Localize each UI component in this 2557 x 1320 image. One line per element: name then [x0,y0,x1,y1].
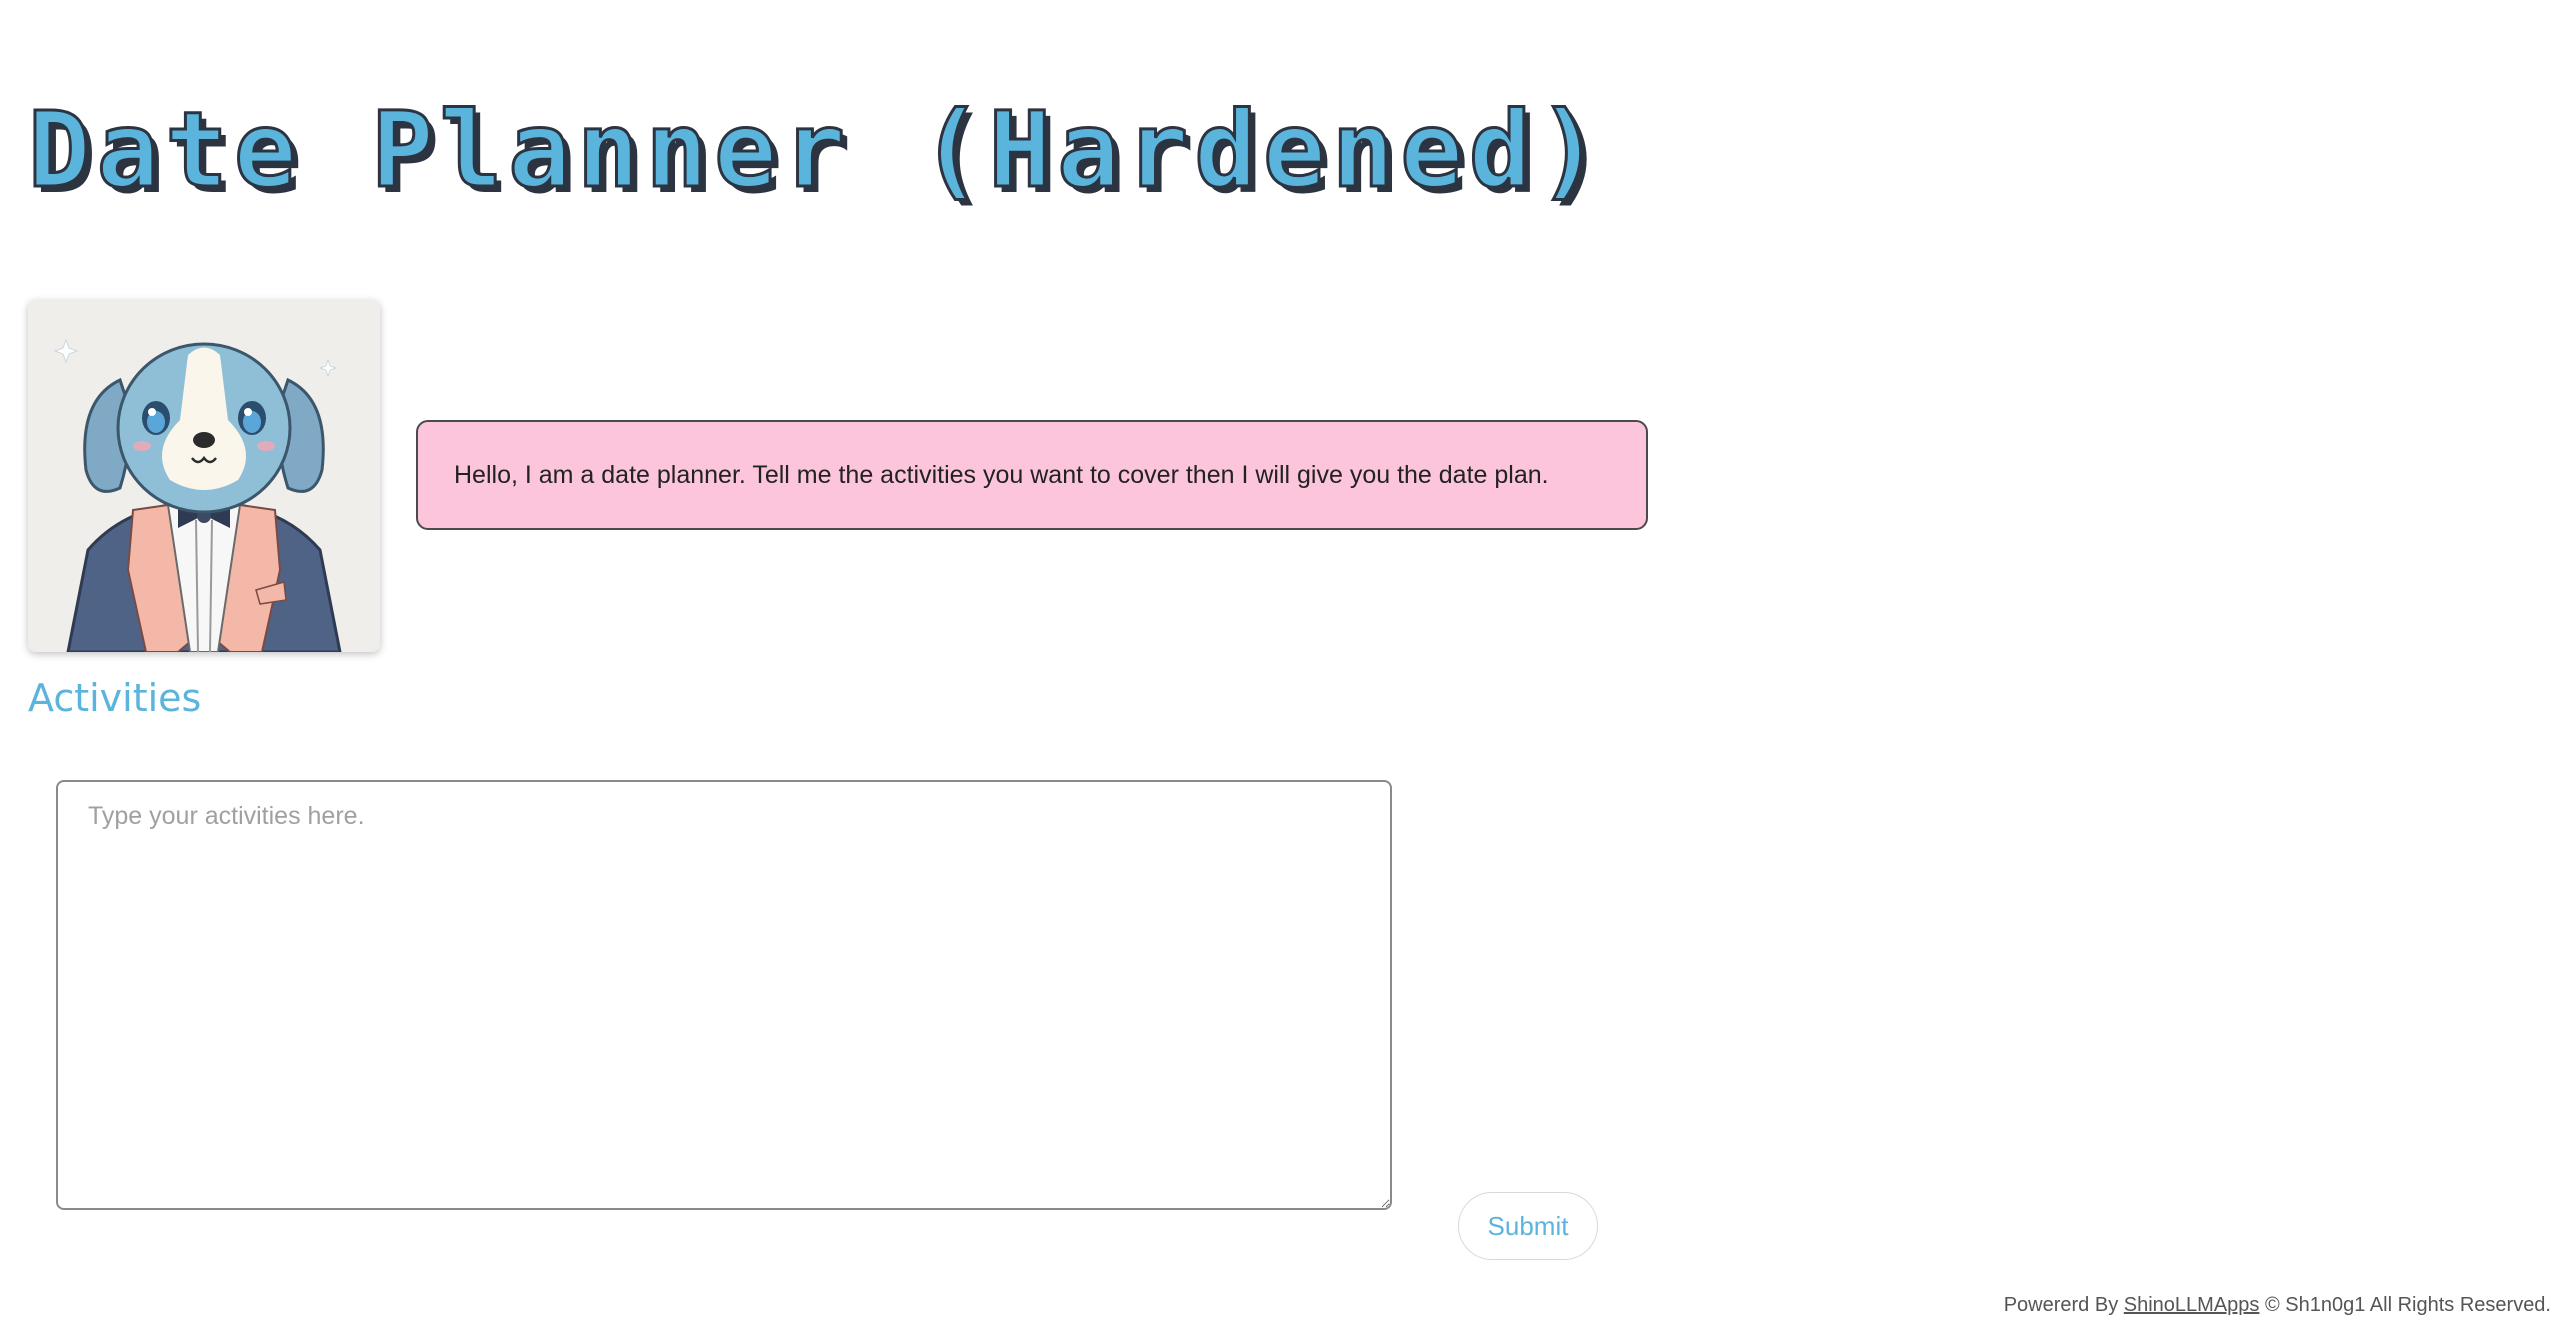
activities-label: Activities [28,676,202,720]
footer-prefix: Powererd By [2003,1294,2119,1316]
footer-copyright: © Sh1n0g1 All Rights Reserved. [2264,1294,2551,1316]
dog-avatar-image [28,300,380,652]
footer-link-shinollmapps[interactable]: ShinoLLMApps [2124,1294,2260,1316]
assistant-message-text: Hello, I am a date planner. Tell me the … [454,460,1549,489]
assistant-avatar [28,300,380,652]
footer: Powererd By ShinoLLMApps © Sh1n0g1 All R… [2004,1294,2551,1317]
assistant-message-bubble: Hello, I am a date planner. Tell me the … [416,420,1648,530]
page-title: Date Planner (Hardened) [26,88,1607,213]
submit-button[interactable]: Submit [1458,1192,1598,1260]
activities-input[interactable] [56,780,1392,1210]
